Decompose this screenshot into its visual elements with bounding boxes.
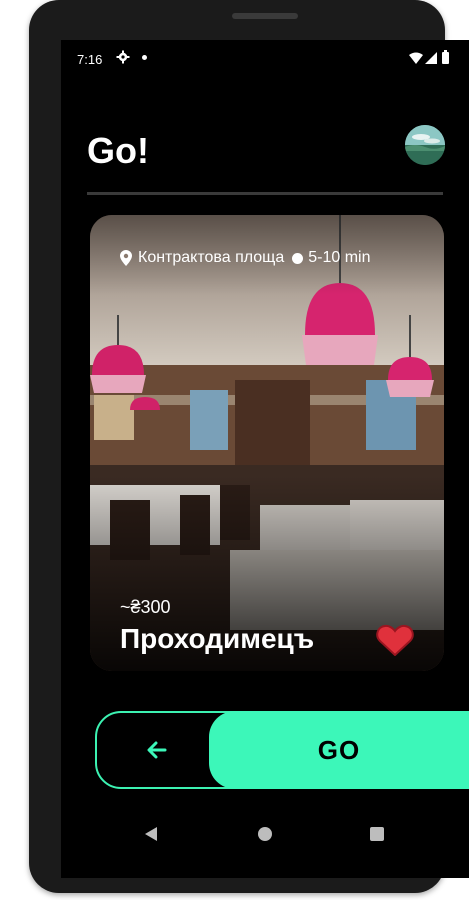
clock-icon (292, 252, 304, 264)
status-time: 7:16 (77, 52, 103, 67)
heart-icon[interactable] (376, 624, 414, 656)
page-title: Go! (87, 130, 149, 171)
notification-dot-icon (142, 55, 147, 60)
restaurant-name: Проходимецъ (120, 623, 315, 654)
nav-back-icon[interactable] (145, 827, 159, 841)
gear-icon (116, 50, 130, 64)
go-button[interactable]: GO (209, 711, 469, 789)
location-text: Контрактова площа (138, 249, 285, 266)
wifi-icon (409, 52, 423, 64)
location-pin-icon (120, 250, 132, 266)
back-arrow-icon[interactable] (147, 740, 167, 760)
phone-frame: 7:16 Go! Контрактова площа 5-10 min ~₴30… (29, 0, 469, 893)
speaker-grille (232, 13, 298, 19)
restaurant-card[interactable]: Контрактова площа 5-10 min ~₴300 Проходи… (90, 215, 444, 671)
app-screen: 7:16 Go! Контрактова площа 5-10 min ~₴30… (61, 40, 469, 878)
signal-icon (425, 52, 437, 64)
nav-home-icon[interactable] (258, 827, 272, 841)
nav-recents-icon[interactable] (370, 827, 384, 841)
price-text: ~₴300 (120, 597, 171, 617)
card-meta-row: Контрактова площа 5-10 min (120, 249, 370, 267)
header-divider (87, 192, 443, 195)
battery-icon (442, 50, 449, 64)
avatar[interactable] (405, 125, 445, 165)
status-bar: 7:16 (61, 40, 469, 76)
duration-text: 5-10 min (308, 249, 371, 266)
avatar-image (405, 125, 445, 165)
